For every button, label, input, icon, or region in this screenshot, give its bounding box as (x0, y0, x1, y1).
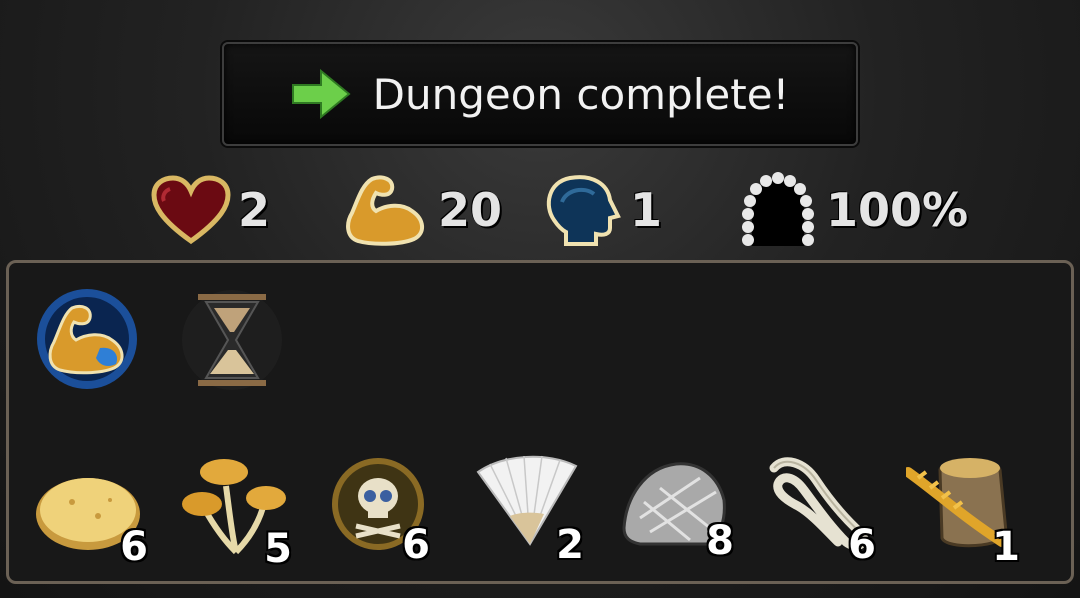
muscle-arm-icon (346, 175, 424, 246)
stat-exploration-value: 100% (826, 183, 969, 237)
dungeon-complete-banner: Dungeon complete! (222, 42, 858, 146)
item-mushrooms[interactable]: 5 (180, 456, 292, 572)
item-qty: 6 (402, 522, 430, 568)
stat-strength: 20 (342, 170, 502, 250)
banner-title: Dungeon complete! (372, 69, 790, 119)
item-qty: 2 (556, 522, 584, 568)
item-qty: 5 (264, 526, 292, 572)
item-qty: 6 (848, 522, 876, 568)
item-silver-ore[interactable]: 8 (620, 458, 734, 564)
item-qty: 1 (992, 524, 1020, 570)
stat-health: 2 (150, 170, 270, 250)
stat-exploration: 100% (736, 170, 968, 250)
head-brain-icon (546, 175, 621, 246)
stat-health-value: 2 (238, 183, 271, 237)
item-rope[interactable]: 6 (764, 454, 876, 568)
stat-strength-value: 20 (438, 183, 503, 237)
item-grain-sack[interactable]: 1 (903, 452, 1020, 570)
item-skull-coin[interactable]: 6 (330, 456, 430, 568)
strength-buff-icon (37, 289, 137, 389)
buff-hourglass[interactable] (180, 288, 284, 396)
stat-mind: 1 (540, 170, 662, 250)
buff-strength[interactable] (34, 286, 140, 396)
green-arrow-right-icon (291, 69, 351, 119)
item-bread[interactable]: 6 (32, 470, 148, 570)
hourglass-icon (182, 290, 282, 390)
item-qty: 6 (120, 524, 148, 570)
item-fan[interactable]: 2 (474, 452, 584, 568)
heart-icon (151, 175, 231, 245)
item-qty: 8 (706, 518, 734, 564)
stat-mind-value: 1 (630, 183, 663, 237)
doorway-arch-icon (742, 172, 814, 246)
